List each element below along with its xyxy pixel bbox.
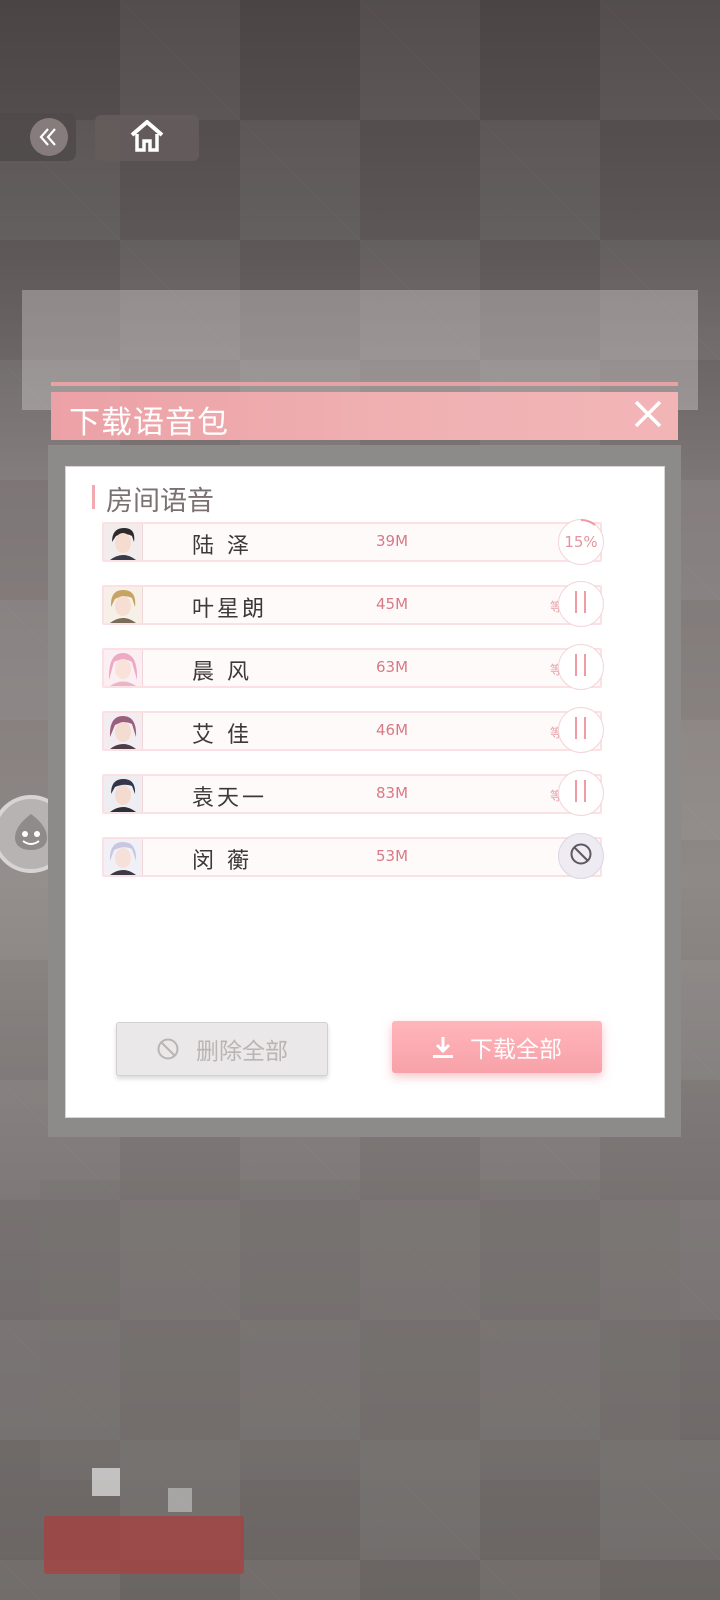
pause-button[interactable]	[558, 581, 604, 627]
close-button[interactable]	[630, 398, 666, 434]
avatar	[104, 524, 143, 560]
background-button	[44, 1516, 244, 1574]
voice-pack-row: 陆 泽 39M	[102, 522, 602, 562]
home-button[interactable]	[95, 115, 199, 161]
pause-icon	[574, 654, 588, 680]
voice-pack-row: 袁天一 83M 等待下载	[102, 774, 602, 814]
pause-icon	[574, 717, 588, 743]
pause-button[interactable]	[558, 770, 604, 816]
modal-body: 房间语音 陆 泽 39M 15% 叶星朗 45M 晨 风 63M 艾 佳 46M…	[66, 467, 664, 1117]
voice-pack-name: 陆 泽	[192, 534, 252, 559]
pause-button[interactable]	[558, 707, 604, 753]
voice-pack-row: 闵 蘅 53M	[102, 837, 602, 877]
voice-pack-row: 晨 风 63M 等待下载	[102, 648, 602, 688]
voice-pack-name: 袁天一	[192, 786, 268, 811]
voice-pack-row: 叶星朗 45M 等待下载	[102, 585, 602, 625]
voice-pack-size: 83M	[376, 784, 409, 802]
pause-icon	[574, 591, 588, 617]
voice-pack-name: 艾 佳	[192, 723, 252, 748]
voice-pack-size: 46M	[376, 721, 409, 739]
voice-pack-name: 叶星朗	[192, 597, 268, 622]
unavailable-button[interactable]	[558, 833, 604, 879]
avatar	[104, 713, 143, 749]
prohibited-icon	[156, 1037, 180, 1061]
avatar	[104, 650, 143, 686]
avatar	[104, 776, 143, 812]
pause-button[interactable]	[558, 644, 604, 690]
home-icon	[129, 119, 165, 157]
back-button[interactable]	[0, 113, 76, 161]
modal-header: 下载语音包	[51, 392, 678, 441]
download-progress-button[interactable]: 15%	[558, 519, 604, 565]
modal-top-border	[51, 382, 678, 386]
download-all-button[interactable]: 下载全部	[392, 1021, 602, 1073]
double-chevron-left-icon	[30, 118, 68, 156]
background-block	[92, 1468, 120, 1496]
avatar	[104, 587, 143, 623]
voice-pack-size: 53M	[376, 847, 409, 865]
voice-pack-size: 63M	[376, 658, 409, 676]
download-icon	[432, 1035, 454, 1059]
download-all-label: 下载全部	[470, 1037, 562, 1063]
voice-pack-name: 闵 蘅	[192, 849, 252, 874]
modal-title: 下载语音包	[69, 405, 229, 441]
prohibited-icon	[569, 842, 593, 870]
mascot-icon	[9, 810, 53, 858]
background-floor	[40, 1180, 680, 1480]
voice-pack-row: 艾 佳 46M 等待下载	[102, 711, 602, 751]
delete-all-button[interactable]: 删除全部	[116, 1022, 328, 1076]
voice-pack-name: 晨 风	[192, 660, 252, 685]
delete-all-label: 删除全部	[196, 1039, 288, 1065]
section-title: 房间语音	[92, 479, 214, 518]
background-block	[168, 1488, 192, 1512]
pause-icon	[574, 780, 588, 806]
voice-pack-size: 39M	[376, 532, 409, 550]
voice-pack-size: 45M	[376, 595, 409, 613]
close-icon	[633, 399, 663, 433]
avatar	[104, 839, 143, 875]
